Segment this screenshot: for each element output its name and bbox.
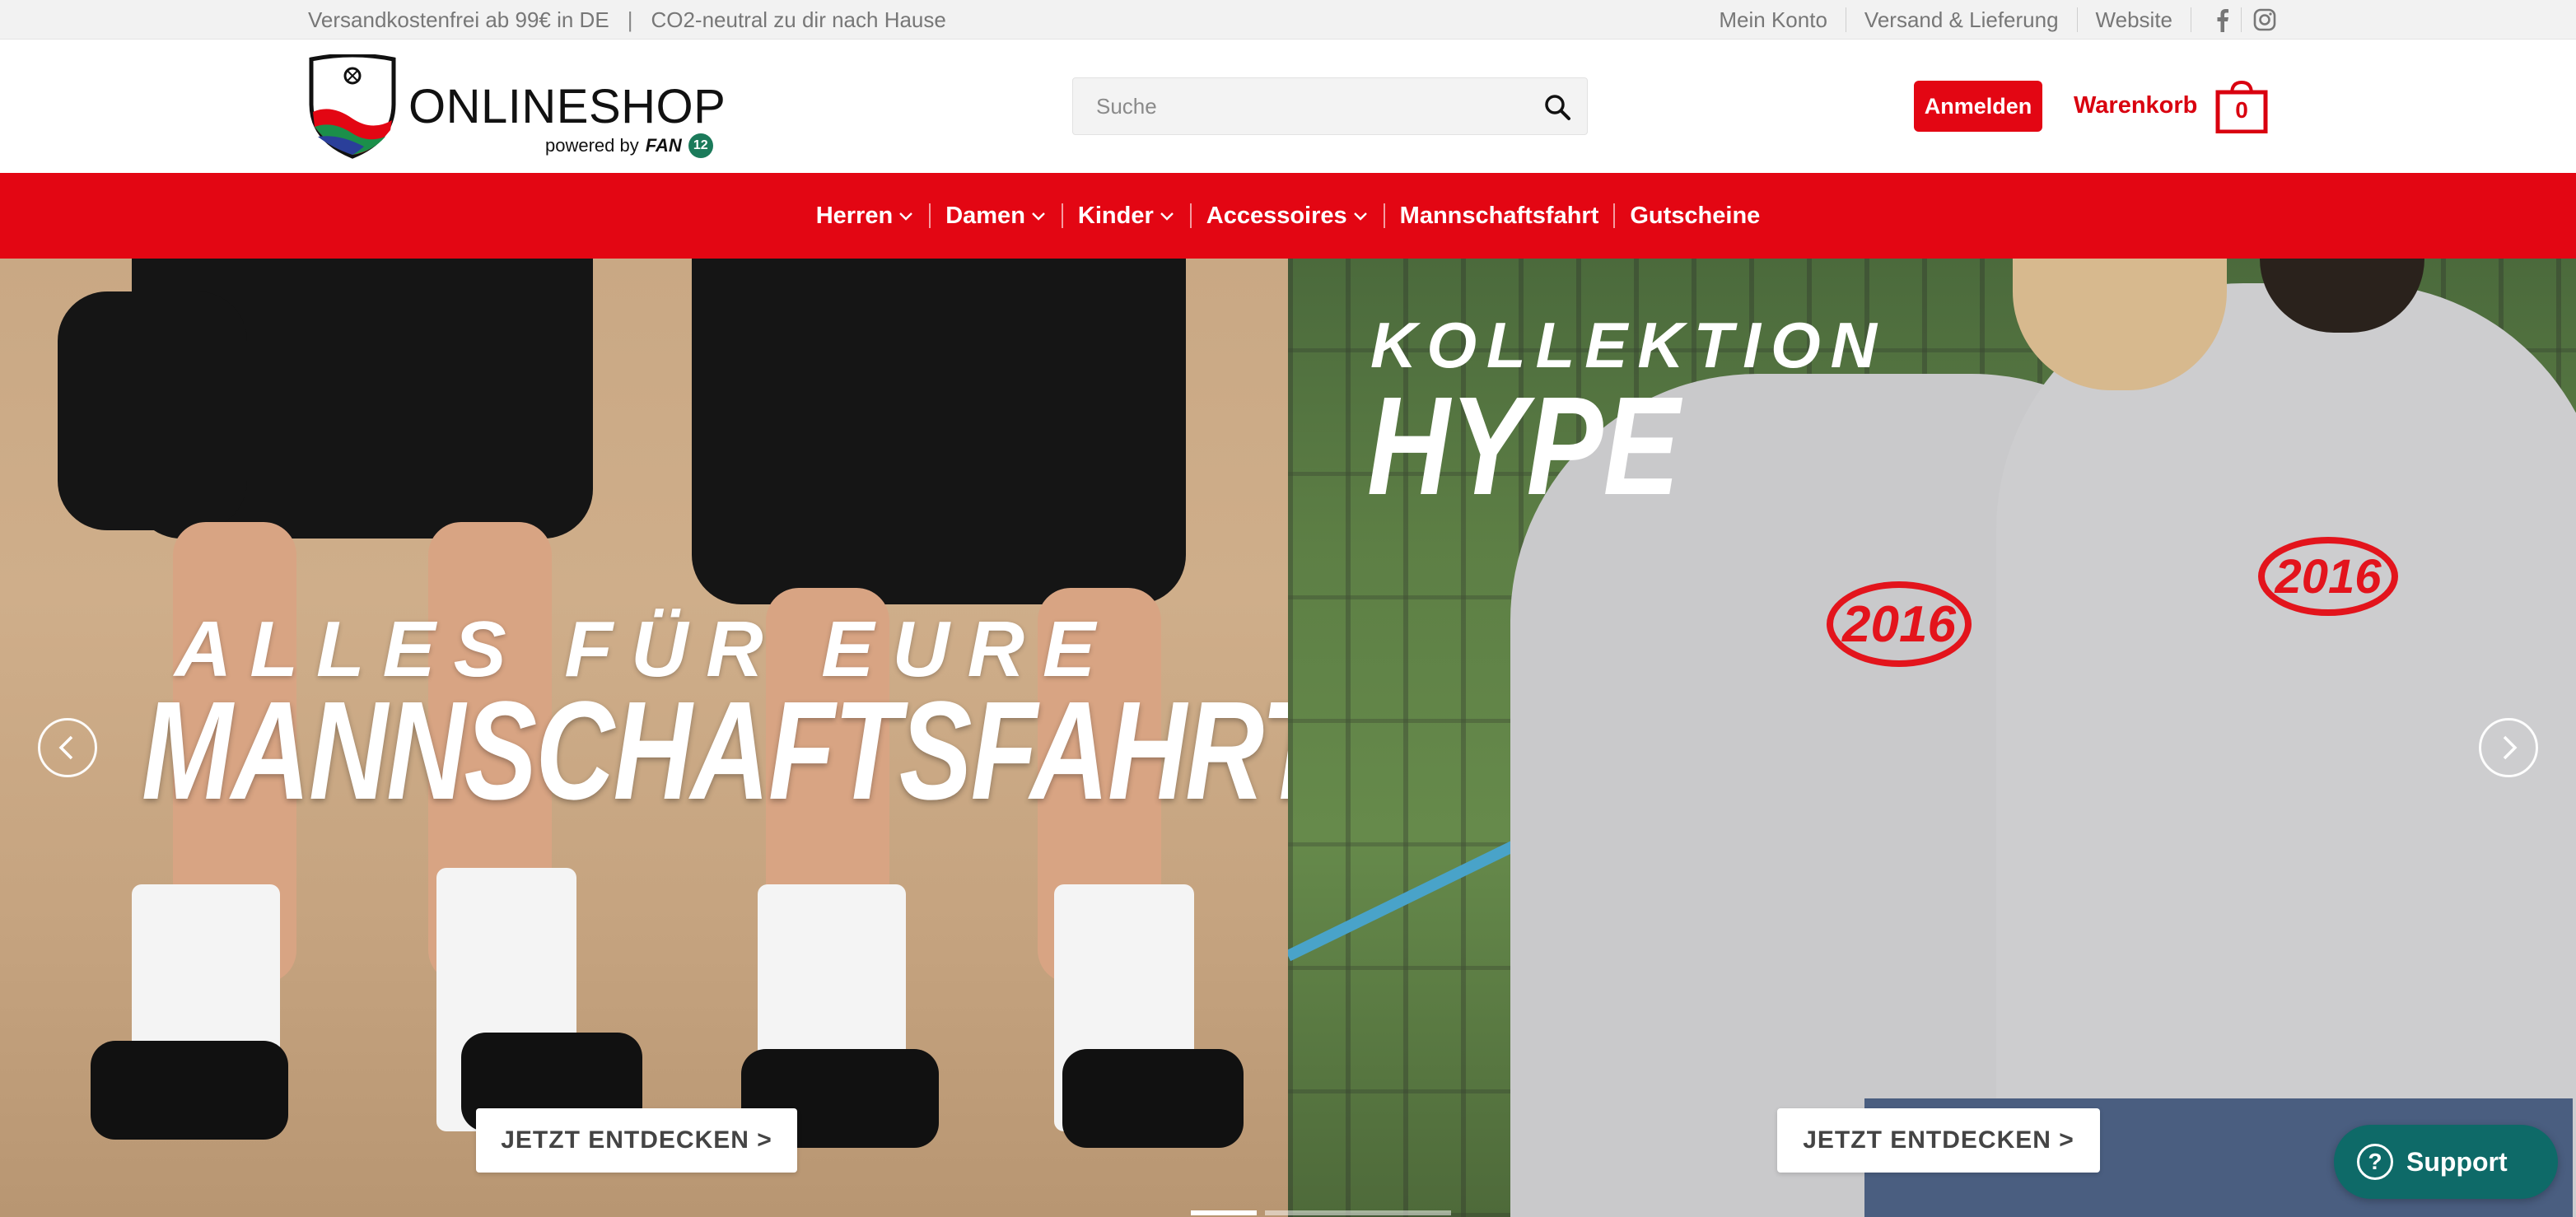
discover-button-mannschaftsfahrt[interactable]: JETZT ENTDECKEN > [476, 1108, 797, 1173]
chevron-down-icon [1160, 212, 1174, 221]
hero-slide-mannschaftsfahrt[interactable]: ALLES FÜR EURE MANNSCHAFTSFAHRT [0, 259, 1288, 1217]
nav-item-label: Damen [945, 202, 1025, 229]
co2-info: CO2-neutral zu dir nach Hause [651, 7, 946, 32]
powered-brand: FAN [645, 135, 682, 156]
search-input[interactable] [1073, 78, 1534, 134]
discover-button-hype[interactable]: JETZT ENTDECKEN > [1777, 1108, 2100, 1173]
nav-item-label: Kinder [1077, 202, 1154, 229]
powered-number-badge: 12 [688, 133, 713, 158]
logo-text: ONLINESHOP [408, 80, 726, 133]
top-bar-links: Mein Konto Versand & Lieferung Website [1719, 0, 2276, 40]
top-bar-info: Versandkostenfrei ab 99€ in DE | CO2-neu… [308, 0, 946, 40]
hero-slider: ALLES FÜR EURE MANNSCHAFTSFAHRT 2016 201… [0, 259, 2576, 1217]
powered-by-label: powered by [545, 135, 639, 156]
chevron-down-icon [1032, 212, 1045, 221]
cart-icon[interactable]: 0 [2215, 79, 2268, 133]
shipping-delivery-link[interactable]: Versand & Lieferung [1846, 7, 2078, 32]
hero-right-headline: HYPE [1367, 368, 1680, 525]
nav-item-label: Gutscheine [1630, 202, 1761, 229]
slider-pagination [1191, 1210, 1451, 1215]
powered-by: powered by FAN 12 [545, 133, 713, 158]
nav-item-label: Herren [815, 202, 894, 229]
help-icon: ? [2357, 1144, 2393, 1180]
hero-left-headline: MANNSCHAFTSFAHRT [142, 673, 1288, 829]
nav-item-damen[interactable]: Damen [931, 203, 1062, 230]
hero-image-slide [1062, 1049, 1244, 1148]
nav-item-herren[interactable]: Herren [801, 203, 930, 230]
shop-logo[interactable]: ONLINESHOP powered by FAN 12 [306, 54, 735, 161]
nav-item-mannschaftsfahrt[interactable]: Mannschaftsfahrt [1385, 203, 1614, 230]
main-navigation: Herren Damen Kinder Accessoires Mannscha… [0, 173, 2576, 259]
website-link[interactable]: Website [2078, 7, 2191, 32]
site-header: ONLINESHOP powered by FAN 12 Anmelden Wa… [0, 40, 2576, 173]
support-label: Support [2406, 1146, 2508, 1177]
slider-prev-button[interactable] [38, 718, 97, 777]
search-bar [1072, 77, 1588, 135]
cart-count: 0 [2235, 97, 2248, 123]
hero-image-cap [58, 291, 247, 530]
hero-image-shorts [692, 259, 1186, 604]
instagram-icon[interactable] [2241, 7, 2276, 32]
chevron-left-icon [58, 735, 73, 760]
login-button[interactable]: Anmelden [1914, 81, 2042, 132]
slider-dot[interactable] [1191, 1210, 1257, 1215]
nav-item-label: Mannschaftsfahrt [1399, 202, 1599, 229]
nav-item-kinder[interactable]: Kinder [1063, 203, 1190, 230]
chevron-down-icon [1353, 212, 1367, 221]
chevron-right-icon [2503, 735, 2518, 760]
hero-image-emblem: 2016 [2258, 537, 2398, 616]
search-icon[interactable] [1542, 92, 1572, 122]
top-bar-separator: | [627, 7, 633, 32]
cart-link[interactable]: Warenkorb [2074, 87, 2197, 124]
hero-image-slide [91, 1041, 288, 1140]
support-button[interactable]: ? Support [2334, 1125, 2558, 1199]
my-account-link[interactable]: Mein Konto [1719, 7, 1846, 32]
nav-item-label: Accessoires [1206, 202, 1347, 229]
nav-item-gutscheine[interactable]: Gutscheine [1615, 203, 1775, 230]
hero-image-emblem: 2016 [1827, 581, 1972, 667]
shipping-info: Versandkostenfrei ab 99€ in DE [308, 7, 609, 32]
facebook-icon[interactable] [2191, 7, 2241, 32]
hero-slide-kollektion-hype[interactable]: 2016 2016 KOLLEKTION HYPE [1288, 259, 2576, 1217]
slider-dot[interactable] [1265, 1210, 1451, 1215]
club-crest-icon [309, 54, 396, 159]
top-bar: Versandkostenfrei ab 99€ in DE | CO2-neu… [0, 0, 2576, 40]
nav-item-accessoires[interactable]: Accessoires [1192, 203, 1384, 230]
slider-next-button[interactable] [2479, 718, 2538, 777]
chevron-down-icon [899, 212, 913, 221]
